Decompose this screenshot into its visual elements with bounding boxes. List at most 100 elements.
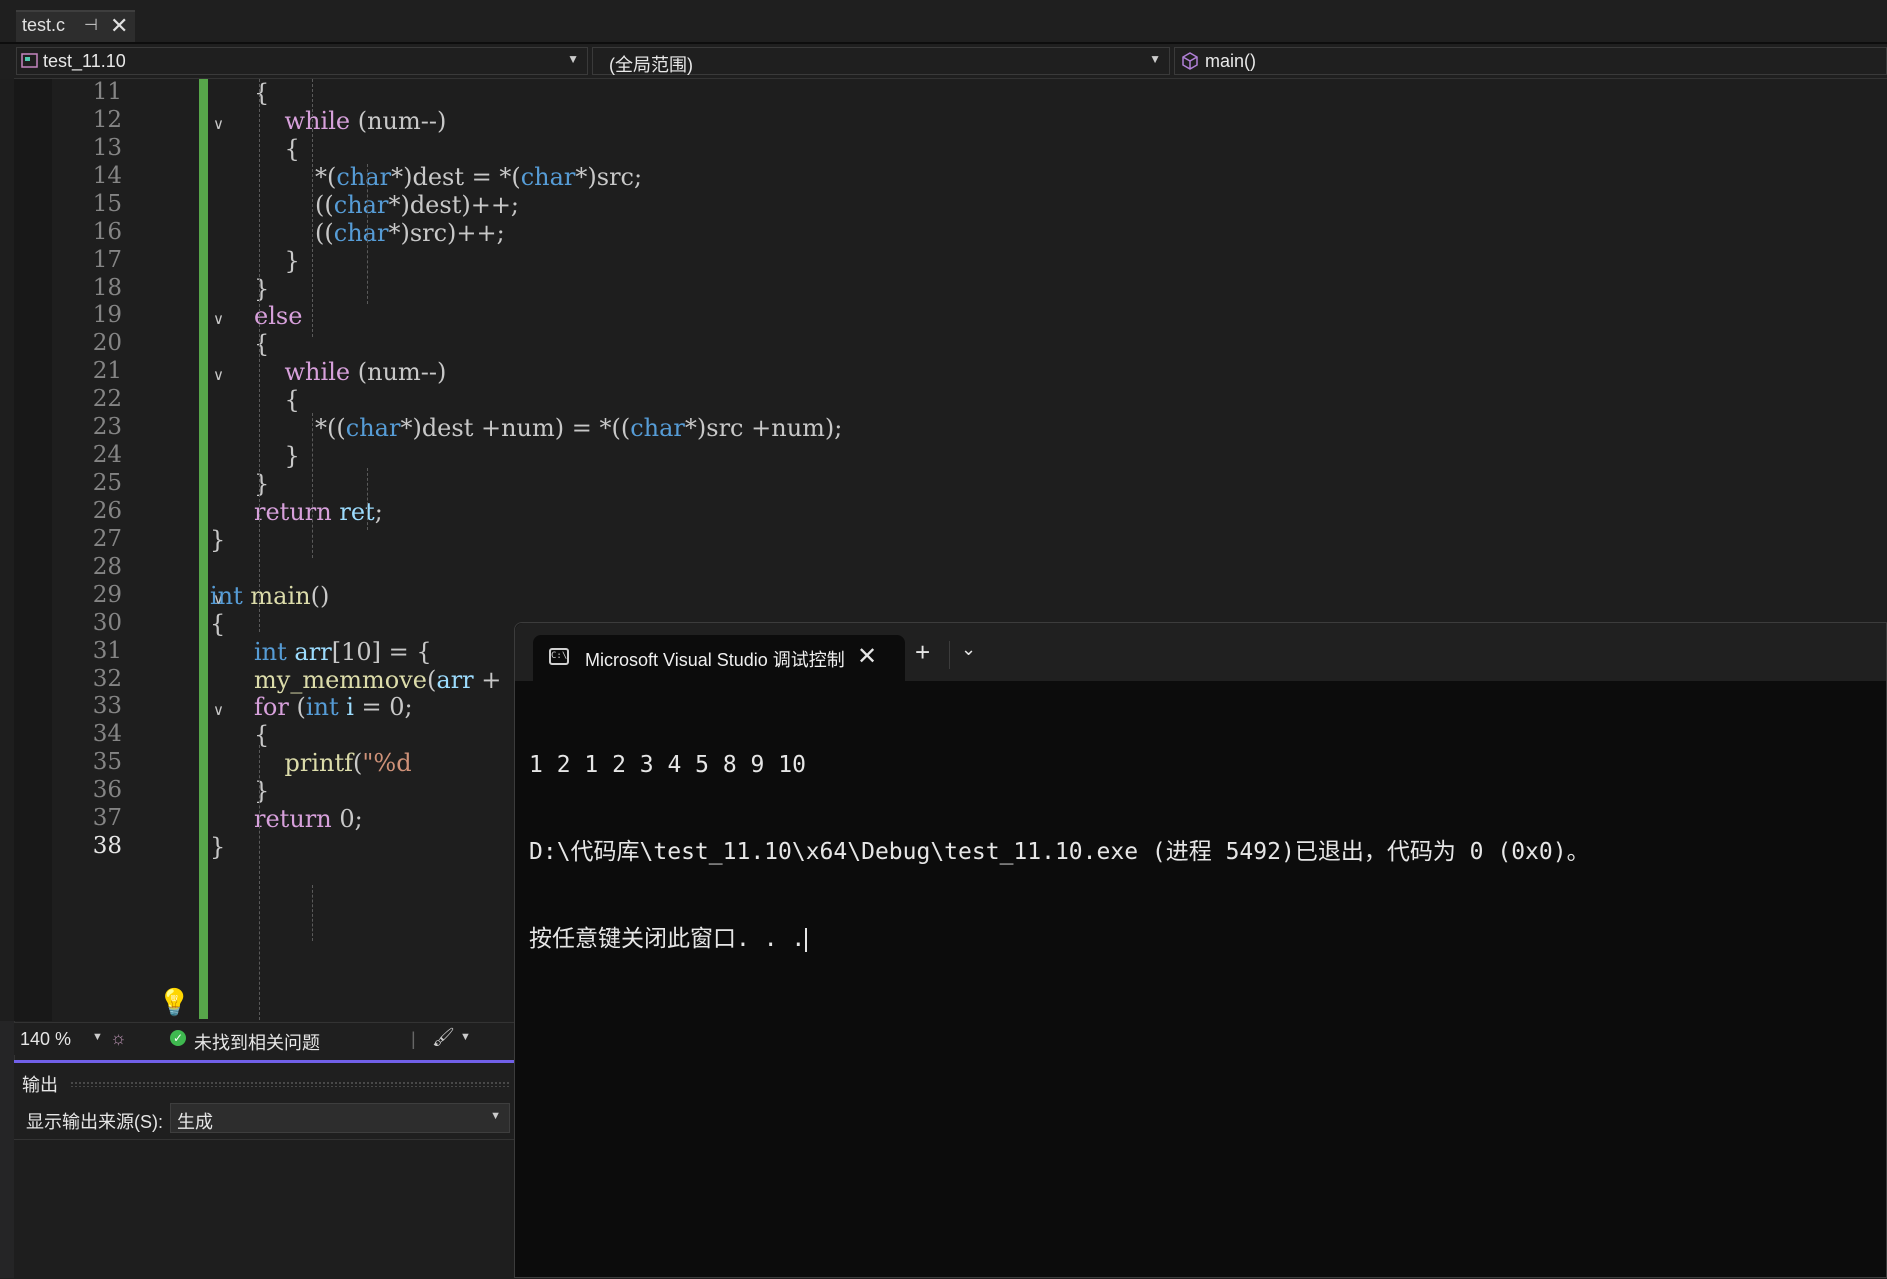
console-icon: C:\: [549, 648, 569, 665]
indent-guide: [367, 468, 368, 530]
code-token: [10] = {: [331, 637, 432, 666]
terminal-tab[interactable]: C:\ Microsoft Visual Studio 调试控制台 ✕: [533, 635, 905, 681]
code-token: {: [254, 134, 300, 163]
output-text-area[interactable]: [14, 1139, 514, 1279]
code-token: i: [346, 693, 354, 722]
tab-test-c[interactable]: test.c ⊣ ✕: [16, 10, 135, 42]
copilot-icon[interactable]: ☼: [110, 1028, 127, 1049]
code-token: char: [333, 218, 389, 247]
code-token: ret: [339, 497, 375, 526]
code-token: while: [254, 358, 351, 387]
output-panel: 输出 显示输出来源(S): 生成 ▼: [14, 1063, 514, 1279]
code-token: *)dest +num) = *((: [400, 414, 631, 443]
code-token: char: [520, 162, 576, 191]
terminal-line: D:\代码库\test_11.10\x64\Debug\test_11.10.e…: [529, 839, 1590, 865]
fold-chevron-icon[interactable]: ∨: [213, 115, 224, 133]
code-text: }: [254, 777, 269, 805]
line-number: 30: [92, 609, 122, 636]
zoom-level[interactable]: 140 %: [20, 1029, 71, 1050]
close-icon[interactable]: ✕: [857, 642, 877, 671]
line-number: 25: [92, 470, 122, 497]
code-token: (: [288, 693, 306, 722]
close-icon[interactable]: ✕: [110, 13, 128, 39]
text-cursor: [805, 927, 808, 952]
scope-dropdown[interactable]: (全局范围) ▼: [592, 47, 1170, 75]
terminal-prompt: 按任意键关闭此窗口. . .: [529, 926, 806, 952]
chevron-down-icon[interactable]: ⌄: [961, 639, 976, 660]
code-token: char: [336, 162, 392, 191]
code-token: }: [254, 246, 300, 275]
issues-status[interactable]: 未找到相关问题: [194, 1029, 320, 1055]
indent-guide: [259, 745, 260, 1020]
code-token: (: [353, 749, 363, 778]
code-token: }: [254, 777, 270, 806]
code-token: (: [427, 665, 437, 694]
code-token: {: [210, 609, 226, 638]
terminal-titlebar: C:\ Microsoft Visual Studio 调试控制台 ✕ + ⌄: [515, 623, 1886, 681]
function-dropdown[interactable]: main(): [1174, 47, 1887, 75]
code-token: ((: [254, 218, 334, 247]
fold-chevron-icon[interactable]: ∨: [213, 701, 224, 719]
output-source-select[interactable]: 生成 ▼: [170, 1103, 510, 1133]
function-name: main(): [1205, 51, 1257, 71]
panel-grip[interactable]: [70, 1081, 510, 1087]
lightbulb-icon[interactable]: 💡: [158, 987, 190, 1018]
code-token: int: [305, 693, 339, 722]
code-text: int main(): [210, 582, 329, 610]
output-source-value: 生成: [177, 1112, 213, 1132]
line-number: 18: [92, 274, 122, 301]
terminal-line-last: 按任意键关闭此窗口. . .: [529, 925, 1886, 954]
code-text: my_memmove(arr +: [254, 666, 501, 694]
terminal-line: 1 2 1 2 3 4 5 8 9 10: [529, 752, 806, 778]
titlebar-divider: [949, 641, 950, 669]
check-circle-icon: ✓: [170, 1030, 186, 1046]
terminal-output[interactable]: 1 2 1 2 3 4 5 8 9 10 D:\代码库\test_11.10\x…: [529, 693, 1886, 1012]
code-token: *)dest = *(: [391, 162, 521, 191]
indent-guide: [312, 79, 313, 337]
code-token: +: [473, 665, 502, 694]
code-token: my_memmove: [254, 665, 428, 694]
code-token: *)src)++;: [388, 218, 505, 247]
indent-guide: [312, 885, 313, 941]
code-token: }: [254, 470, 270, 499]
code-text: {: [254, 330, 269, 358]
chevron-down-icon[interactable]: ▼: [460, 1031, 471, 1043]
code-text: *((char*)dest +num) = *((char*)src +num)…: [254, 414, 842, 442]
code-token: ;: [374, 497, 383, 526]
project-name: test_11.10: [43, 51, 126, 71]
line-number: 11: [92, 79, 122, 105]
new-tab-button[interactable]: +: [915, 637, 930, 668]
code-text: for (int i = 0;: [254, 693, 413, 721]
code-text: {: [254, 135, 300, 163]
code-cleanup-icon[interactable]: 🖌: [432, 1027, 455, 1048]
code-text: else: [254, 302, 302, 330]
code-token: {: [254, 386, 300, 415]
code-token: else: [254, 302, 303, 331]
project-dropdown[interactable]: test_11.10 ▼: [16, 47, 588, 75]
document-tab-bar: test.c ⊣ ✕: [0, 0, 1887, 44]
code-token: *)src;: [575, 162, 643, 191]
debug-console-window[interactable]: C:\ Microsoft Visual Studio 调试控制台 ✕ + ⌄ …: [514, 622, 1887, 1278]
code-text: {: [254, 386, 300, 414]
line-number: 23: [92, 414, 122, 441]
fold-chevron-icon[interactable]: ∨: [213, 366, 224, 384]
line-number: 36: [92, 777, 122, 804]
chevron-down-icon[interactable]: ▼: [92, 1031, 103, 1043]
code-token: int: [210, 581, 243, 610]
code-text: {: [254, 79, 269, 107]
code-text: int arr[10] = {: [254, 638, 432, 666]
code-text: }: [254, 442, 300, 470]
code-text: while (num--): [254, 106, 447, 135]
pin-icon[interactable]: ⊣: [84, 15, 98, 35]
code-token: arr: [294, 637, 332, 666]
line-number: 28: [92, 553, 122, 580]
project-icon: [21, 53, 38, 68]
code-token: char: [345, 414, 401, 443]
line-number: 20: [92, 330, 122, 357]
code-token: while: [254, 106, 351, 135]
code-text: return ret;: [254, 498, 383, 526]
line-number: 35: [92, 749, 122, 776]
navigation-bar: test_11.10 ▼ (全局范围) ▼ main(): [14, 44, 1887, 79]
fold-chevron-icon[interactable]: ∨: [213, 310, 224, 328]
line-number: 19: [92, 302, 122, 329]
